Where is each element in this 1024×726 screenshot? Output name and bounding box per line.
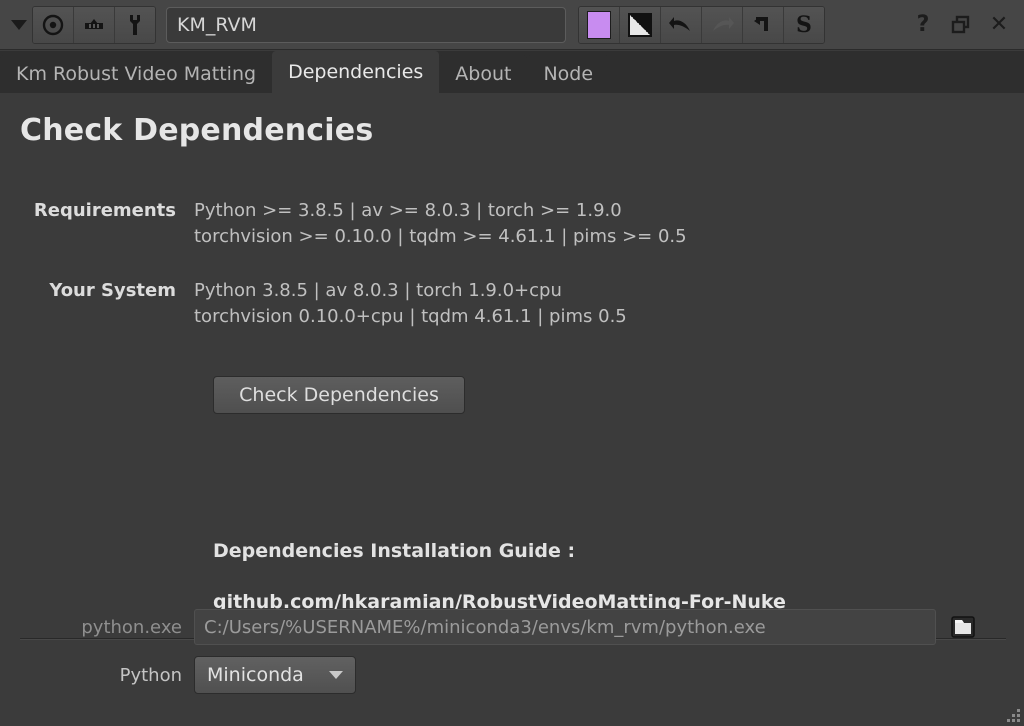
mask-icon bbox=[85, 18, 103, 29]
color-swatch-icon bbox=[587, 10, 611, 39]
titlebar-right-tool-group: S bbox=[578, 5, 825, 44]
tab-bar: Km Robust Video Matting Dependencies Abo… bbox=[0, 51, 1024, 93]
your-system-row: Your System Python 3.8.5 | av 8.0.3 | to… bbox=[0, 278, 900, 330]
tab-about[interactable]: About bbox=[439, 55, 528, 93]
tab-km-robust-video-matting[interactable]: Km Robust Video Matting bbox=[0, 55, 273, 93]
tab-node[interactable]: Node bbox=[527, 55, 610, 93]
wrench-icon-button[interactable] bbox=[115, 6, 155, 43]
redo-arrow-icon bbox=[713, 16, 734, 31]
folder-icon bbox=[951, 616, 975, 638]
panel-titlebar: KM_RVM S ? ✕ bbox=[0, 0, 1024, 50]
python-distribution-dropdown[interactable]: Miniconda bbox=[194, 656, 356, 694]
python-distribution-row: Python Miniconda bbox=[0, 656, 356, 694]
wrench-icon bbox=[130, 14, 140, 35]
redo-button[interactable] bbox=[702, 6, 743, 43]
node-name-value: KM_RVM bbox=[177, 13, 257, 36]
tab-label: Km Robust Video Matting bbox=[16, 63, 257, 85]
target-icon-button[interactable] bbox=[33, 6, 74, 43]
python-exe-value: C:/Users/%USERNAME%/miniconda3/envs/km_r… bbox=[204, 616, 766, 638]
mask-icon-button[interactable] bbox=[74, 6, 115, 43]
your-system-label: Your System bbox=[49, 280, 176, 301]
undo-button[interactable] bbox=[661, 6, 702, 43]
page-title: Check Dependencies bbox=[20, 113, 374, 148]
help-button[interactable]: ? bbox=[906, 7, 940, 43]
chevron-down-icon bbox=[329, 671, 343, 679]
check-dependencies-label: Check Dependencies bbox=[239, 384, 439, 406]
script-s-icon: S bbox=[796, 11, 812, 38]
window-controls: ? ✕ bbox=[902, 7, 1016, 43]
python-exe-row: python.exe C:/Users/%USERNAME%/miniconda… bbox=[0, 609, 980, 645]
revert-button[interactable] bbox=[743, 6, 784, 43]
close-button[interactable]: ✕ bbox=[982, 7, 1016, 43]
nuke-properties-panel: KM_RVM S ? ✕ Km Robust Video Matting Dep… bbox=[0, 0, 1024, 726]
tab-label: Node bbox=[543, 63, 594, 85]
installation-guide-title: Dependencies Installation Guide : bbox=[213, 540, 576, 562]
resize-grip[interactable] bbox=[1007, 709, 1021, 723]
script-button[interactable]: S bbox=[784, 6, 824, 43]
float-window-icon bbox=[951, 15, 970, 33]
titlebar-left-tool-group bbox=[32, 5, 156, 44]
question-mark-icon: ? bbox=[916, 12, 930, 37]
triangle-down-icon bbox=[11, 19, 27, 30]
python-label: Python bbox=[119, 664, 182, 686]
color-swatch-button[interactable] bbox=[579, 6, 620, 43]
tab-label: About bbox=[455, 63, 512, 85]
close-icon: ✕ bbox=[989, 12, 1009, 37]
tab-label: Dependencies bbox=[288, 61, 424, 83]
target-icon bbox=[42, 14, 64, 35]
node-name-input[interactable]: KM_RVM bbox=[166, 6, 566, 43]
your-system-value: Python 3.8.5 | av 8.0.3 | torch 1.9.0+cp… bbox=[194, 280, 627, 327]
tab-dependencies[interactable]: Dependencies bbox=[272, 51, 440, 93]
revert-loop-icon bbox=[754, 16, 768, 31]
python-exe-input[interactable]: C:/Users/%USERNAME%/miniconda3/envs/km_r… bbox=[194, 609, 936, 645]
requirements-value: Python >= 3.8.5 | av >= 8.0.3 | torch >=… bbox=[194, 200, 687, 247]
requirements-label: Requirements bbox=[33, 200, 176, 221]
dependencies-panel-body: Check Dependencies Requirements Python >… bbox=[0, 93, 1024, 726]
python-distribution-value: Miniconda bbox=[207, 664, 304, 686]
undo-arrow-icon bbox=[669, 16, 690, 31]
float-button[interactable] bbox=[944, 7, 978, 43]
requirements-row: Requirements Python >= 3.8.5 | av >= 8.0… bbox=[0, 198, 900, 250]
browse-folder-button[interactable] bbox=[946, 610, 980, 644]
mask-toggle-button[interactable] bbox=[620, 6, 661, 43]
panel-menu-button[interactable] bbox=[6, 7, 32, 43]
check-dependencies-button[interactable]: Check Dependencies bbox=[213, 376, 465, 414]
half-split-icon bbox=[628, 12, 652, 37]
python-exe-label: python.exe bbox=[81, 616, 182, 638]
